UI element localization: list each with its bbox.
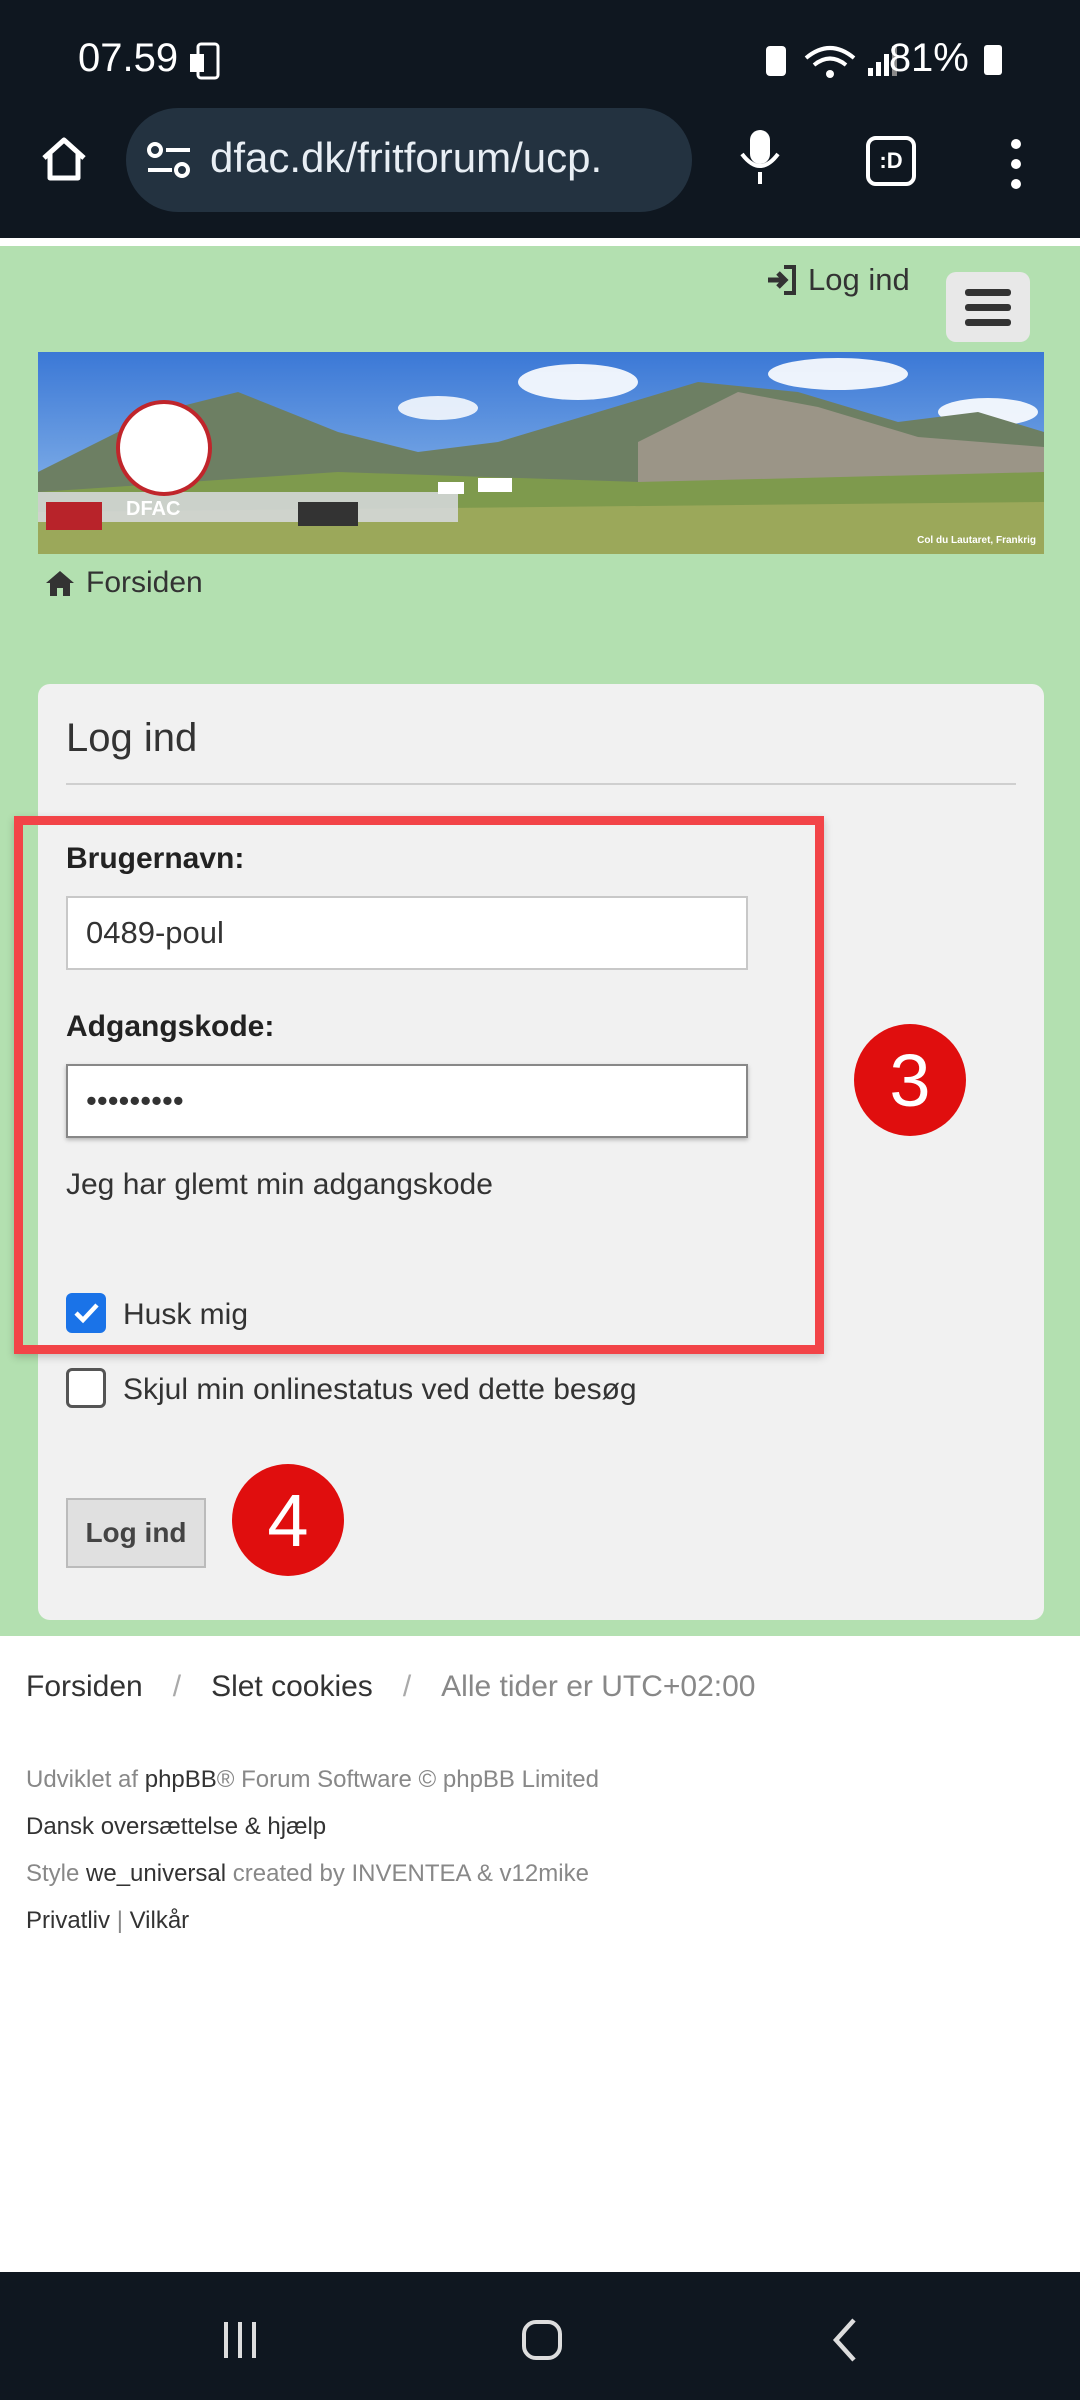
- signal-icon: [868, 68, 873, 76]
- footer-separator: /: [402, 1670, 412, 1703]
- battery-icon: [984, 45, 1002, 76]
- phone-notification-icon: [190, 42, 220, 80]
- logo-text: DFAC: [126, 498, 181, 520]
- phpbb-link[interactable]: phpBB: [145, 1766, 217, 1793]
- site-banner[interactable]: DFAC Col du Lautaret, Frankrig: [38, 352, 1044, 554]
- login-submit-button[interactable]: Log ind: [66, 1498, 206, 1568]
- home-icon[interactable]: [38, 132, 90, 184]
- footer-legal-links: Privatliv | Vilkår: [26, 1907, 190, 1934]
- status-time: 07.59: [78, 36, 179, 80]
- title-divider: [66, 783, 1016, 785]
- footer-link-delete-cookies[interactable]: Slet cookies: [211, 1670, 373, 1704]
- highlight-box: [14, 816, 824, 1354]
- recent-apps-icon[interactable]: [218, 2318, 262, 2362]
- dfac-logo: [116, 400, 212, 496]
- hide-online-status-label[interactable]: Skjul min onlinestatus ved dette besøg: [123, 1373, 637, 1407]
- header-login-link[interactable]: Log ind: [764, 262, 910, 298]
- footer-timezone: Alle tider er UTC+02:00: [441, 1670, 756, 1703]
- footer-nav: Forsiden / Slet cookies / Alle tider er …: [26, 1670, 755, 1704]
- toolbar-divider: [0, 238, 1080, 246]
- panel-title: Log ind: [66, 716, 198, 760]
- site-settings-icon[interactable]: [146, 140, 192, 180]
- menu-icon-bar: [965, 288, 1011, 296]
- menu-icon-bar: [965, 303, 1011, 311]
- url-text[interactable]: dfac.dk/fritforum/ucp.: [210, 134, 670, 182]
- privacy-link[interactable]: Privatliv: [26, 1907, 110, 1934]
- menu-icon-bar: [965, 318, 1011, 326]
- terms-link[interactable]: Vilkår: [130, 1907, 190, 1934]
- home-icon: [46, 571, 74, 596]
- microphone-icon[interactable]: [736, 126, 784, 190]
- hide-online-status-checkbox[interactable]: [66, 1368, 106, 1408]
- sign-in-icon: [768, 265, 796, 295]
- step-badge-4: 4: [232, 1464, 344, 1576]
- footer-credits-line1: Udviklet af phpBB® Forum Software © phpB…: [26, 1766, 599, 1793]
- footer-credits-line3: Style we_universal created by INVENTEA &…: [26, 1860, 589, 1887]
- danish-translation-link[interactable]: Dansk oversættelse & hjælp: [26, 1813, 326, 1841]
- hamburger-menu-button[interactable]: [946, 272, 1030, 342]
- more-options-icon[interactable]: [1004, 136, 1028, 192]
- breadcrumb[interactable]: Forsiden: [44, 566, 203, 600]
- style-link[interactable]: we_universal: [86, 1860, 226, 1887]
- data-saver-icon: [766, 46, 786, 76]
- home-button-icon[interactable]: [518, 2316, 566, 2364]
- tab-switcher-button[interactable]: :D: [866, 136, 916, 186]
- banner-caption: Col du Lautaret, Frankrig: [917, 535, 1036, 546]
- step-badge-3: 3: [854, 1024, 966, 1136]
- footer-link-home[interactable]: Forsiden: [26, 1670, 143, 1704]
- battery-percentage: 81%: [889, 36, 1002, 81]
- footer-separator: /: [172, 1670, 182, 1703]
- back-icon[interactable]: [826, 2316, 866, 2364]
